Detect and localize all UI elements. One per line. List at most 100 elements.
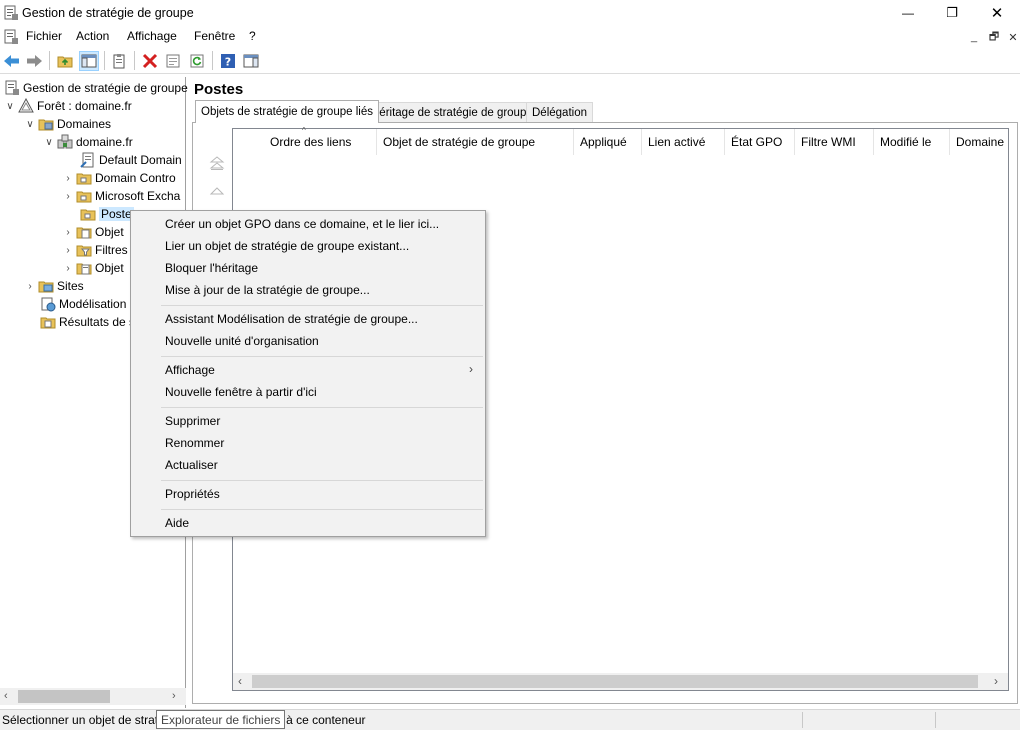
tree-node-gpmc-root[interactable]: Gestion de stratégie de groupe — [4, 79, 188, 97]
toolbar-separator — [212, 51, 213, 70]
copy-button[interactable] — [109, 51, 129, 71]
tree-node-domain[interactable]: ∨ domaine.fr — [43, 133, 133, 151]
tree-node-default-domain-policy[interactable]: Default Domain — [76, 151, 182, 169]
status-text-start: Sélectionner un objet de strat — [2, 713, 159, 727]
tree-label-objets-2: Objet — [95, 261, 124, 275]
folder-up-icon — [57, 56, 73, 68]
refresh-button[interactable] — [187, 51, 207, 71]
menu-item-delete[interactable]: Supprimer — [165, 411, 220, 431]
menu-item-new-window[interactable]: Nouvelle fenêtre à partir d'ici — [165, 382, 317, 402]
column-header-gpo[interactable]: Objet de stratégie de groupe — [377, 129, 574, 155]
column-header-domain[interactable]: Domaine — [950, 129, 1008, 155]
tree-node-domains[interactable]: ∨ Domaines — [24, 115, 111, 133]
tab-linked-gpos[interactable]: Objets de stratégie de groupe liés — [195, 100, 379, 123]
menu-fenetre[interactable]: Fenêtre — [194, 29, 235, 43]
menu-help[interactable]: ? — [249, 29, 256, 43]
forward-arrow-icon — [27, 55, 42, 67]
menu-item-rename[interactable]: Renommer — [165, 433, 224, 453]
scroll-right-icon[interactable]: › — [172, 690, 176, 702]
chevron-right-icon[interactable]: › — [62, 241, 74, 259]
forest-triangle-icon — [18, 97, 34, 114]
menu-item-create-gpo[interactable]: Créer un objet GPO dans ce domaine, et l… — [165, 214, 439, 234]
column-header-gpo-status[interactable]: État GPO — [725, 129, 795, 155]
tree-node-forest[interactable]: ∨ Forêt : domaine.fr — [4, 97, 132, 115]
scroll-left-icon[interactable]: ‹ — [238, 674, 242, 688]
show-hide-tree-button[interactable] — [79, 51, 99, 71]
tree-label-postes: Poste — [99, 207, 134, 221]
list-scroll-thumb[interactable] — [252, 675, 978, 688]
tree-node-microsoft-exchange[interactable]: › Microsoft Excha — [62, 187, 180, 205]
scroll-left-icon[interactable]: ‹ — [4, 690, 8, 702]
mdi-window-icon[interactable] — [3, 29, 19, 45]
menu-item-block-inheritance[interactable]: Bloquer l'héritage — [165, 258, 258, 278]
chevron-right-icon[interactable]: › — [24, 277, 36, 295]
menu-item-refresh[interactable]: Actualiser — [165, 455, 218, 475]
tree-node-wmi-filters[interactable]: › Filtres — [62, 241, 127, 259]
column-header-wmi-filter[interactable]: Filtre WMI — [795, 129, 874, 155]
move-to-top-button[interactable] — [208, 154, 226, 172]
menu-item-view[interactable]: Affichage — [165, 360, 215, 380]
back-button[interactable] — [2, 51, 22, 71]
close-button[interactable]: ✕ — [974, 0, 1020, 26]
tab-delegation[interactable]: Délégation — [526, 102, 593, 122]
help-button[interactable]: ? — [218, 51, 238, 71]
help-question-icon: ? — [221, 54, 235, 69]
minimize-button[interactable]: — — [885, 0, 931, 26]
menu-action[interactable]: Action — [76, 29, 109, 43]
svg-text:?: ? — [225, 56, 231, 69]
tree-node-domain-controllers[interactable]: › Domain Contro — [62, 169, 175, 187]
column-header-link-enabled[interactable]: Lien activé — [642, 129, 725, 155]
column-header-modified[interactable]: Modifié le — [874, 129, 950, 155]
tree-node-starter-gpos[interactable]: › Objet — [62, 259, 124, 277]
sites-folder-icon — [38, 278, 54, 294]
tree-node-postes[interactable]: Poste — [76, 205, 134, 223]
tree-node-gpo-objects[interactable]: › Objet — [62, 223, 123, 241]
menu-separator — [161, 407, 483, 408]
maximize-button[interactable]: ❐ — [929, 0, 975, 26]
chevron-right-icon[interactable]: › — [62, 259, 74, 277]
tree-node-resultats[interactable]: Résultats de s — [38, 313, 135, 331]
menu-item-group-policy-update[interactable]: Mise à jour de la stratégie de groupe... — [165, 280, 370, 300]
chevron-down-icon[interactable]: ∨ — [43, 133, 55, 151]
tree-scroll-thumb[interactable] — [18, 690, 110, 703]
scroll-right-icon[interactable]: › — [994, 674, 998, 688]
menu-item-link-existing-gpo[interactable]: Lier un objet de stratégie de groupe exi… — [165, 236, 409, 256]
chevron-right-icon[interactable]: › — [62, 169, 74, 187]
show-action-pane-button[interactable] — [241, 51, 261, 71]
mdi-minimize-button[interactable]: _ — [965, 28, 983, 46]
tree-label-domain: domaine.fr — [76, 135, 133, 149]
menu-item-properties[interactable]: Propriétés — [165, 484, 220, 504]
mdi-restore-button[interactable]: 🗗 — [985, 28, 1003, 46]
toolbar-separator — [104, 51, 105, 70]
menu-item-new-ou[interactable]: Nouvelle unité d'organisation — [165, 331, 319, 351]
column-header-enforced[interactable]: Appliqué — [574, 129, 642, 155]
up-folder-button[interactable] — [55, 51, 75, 71]
chevron-down-icon[interactable]: ∨ — [24, 115, 36, 133]
forward-button[interactable] — [24, 51, 44, 71]
chevron-right-icon[interactable]: › — [62, 187, 74, 205]
status-separator — [802, 712, 803, 728]
menu-item-modeling-wizard[interactable]: Assistant Modélisation de stratégie de g… — [165, 309, 418, 329]
tree-node-sites[interactable]: › Sites — [24, 277, 83, 295]
menu-item-help[interactable]: Aide — [165, 513, 189, 533]
mdi-close-button[interactable]: ✕ — [1004, 28, 1020, 46]
tab-inheritance[interactable]: Héritage de stratégie de groupe — [365, 102, 539, 122]
taskbar-tooltip: Explorateur de fichiers — [156, 710, 286, 729]
context-menu: Créer un objet GPO dans ce domaine, et l… — [130, 210, 486, 537]
close-icon: ✕ — [990, 5, 1004, 22]
move-up-button[interactable] — [208, 181, 226, 199]
menu-fichier[interactable]: Fichier — [26, 29, 62, 43]
properties-button[interactable] — [163, 51, 183, 71]
domain-icon — [57, 134, 73, 150]
menu-affichage[interactable]: Affichage — [127, 29, 177, 43]
tree-label-modelisation: Modélisation — [59, 297, 127, 311]
tree-label-domains: Domaines — [57, 117, 112, 131]
window-title: Gestion de stratégie de groupe — [22, 6, 194, 20]
tree-node-modelisation[interactable]: Modélisation — [38, 295, 126, 313]
delete-button[interactable] — [140, 51, 160, 71]
chevron-right-icon[interactable]: › — [62, 223, 74, 241]
red-x-delete-icon — [142, 53, 158, 69]
back-arrow-icon — [4, 55, 19, 67]
column-header-link-order[interactable]: Ordre des liens — [264, 129, 377, 155]
chevron-down-icon[interactable]: ∨ — [4, 97, 16, 115]
